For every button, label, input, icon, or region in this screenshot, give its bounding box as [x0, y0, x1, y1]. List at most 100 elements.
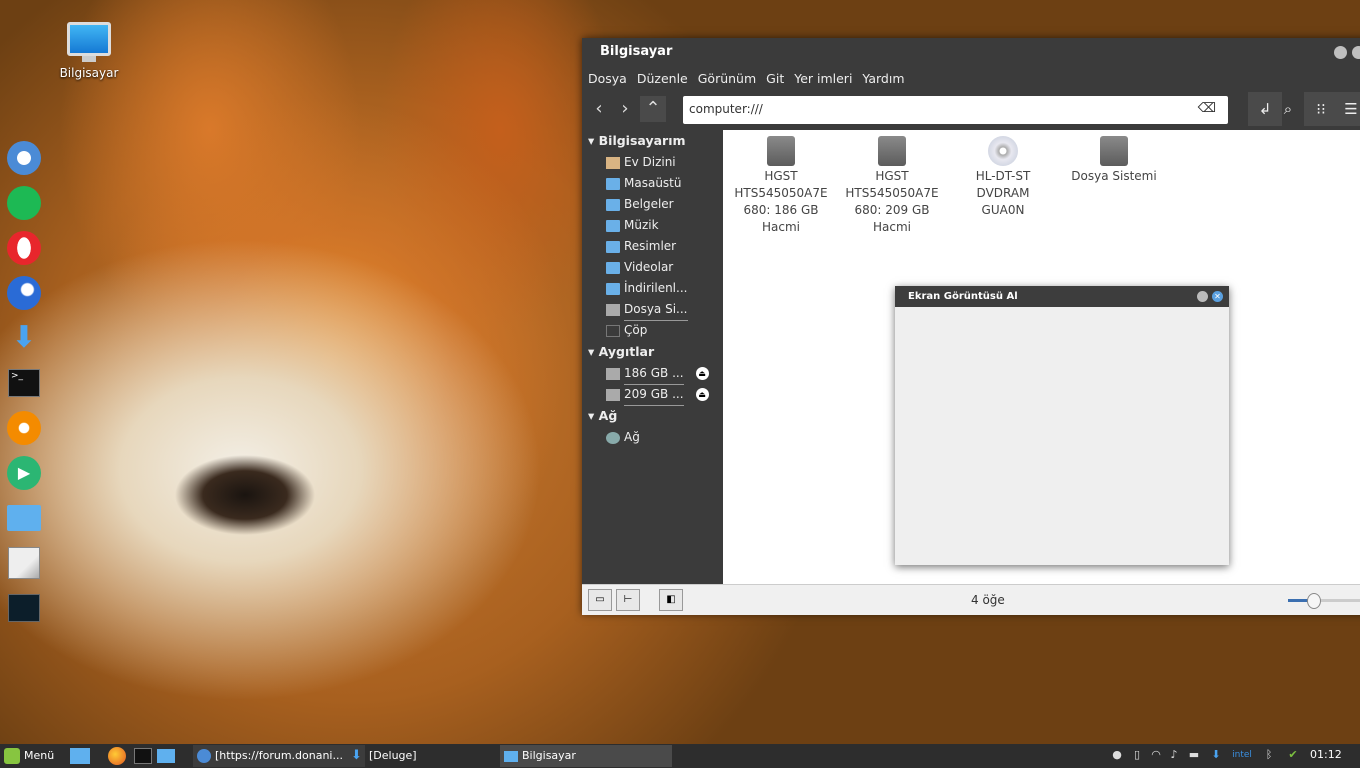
trash-icon	[606, 324, 620, 337]
drive-icon	[606, 388, 620, 401]
sidebar-toggle-icon: ◧	[666, 594, 676, 605]
optical-disc-icon	[988, 136, 1018, 166]
volume-icon[interactable]: ♪	[1167, 748, 1181, 762]
window-titlebar[interactable]: Bilgisayar	[582, 38, 1360, 66]
sidebar-item-documents[interactable]: Belgeler	[582, 194, 723, 215]
intel-icon[interactable]: intel	[1232, 748, 1252, 762]
file-item-filesystem[interactable]: Dosya Sistemi	[1064, 136, 1164, 185]
toolbar: ‹ › ⌃ ⌫ ↲ ⌕ ⁝⁝ ☰	[582, 90, 1360, 130]
section-header-computer[interactable]: ▾ Bilgisayarım	[582, 130, 723, 152]
up-button[interactable]: ⌃	[640, 96, 666, 122]
dialog-titlebar[interactable]: Ekran Görüntüsü Al ✕	[895, 286, 1229, 307]
places-sidebar: ▾ Bilgisayarım Ev Dizini Masaüstü Belgel…	[582, 130, 723, 584]
screenshot-dialog: Ekran Görüntüsü Al ✕	[895, 286, 1229, 565]
sidebar-item-pictures[interactable]: Resimler	[582, 236, 723, 257]
list-view-button[interactable]: ☰	[1334, 92, 1360, 126]
media-player-launcher[interactable]: ▶	[4, 453, 44, 493]
menu-dosya[interactable]: Dosya	[588, 71, 627, 86]
spotify-launcher[interactable]	[4, 183, 44, 223]
firefox-launcher[interactable]	[108, 747, 126, 765]
file-item-dvd[interactable]: HL-DT-ST DVDRAM GUA0N	[953, 136, 1053, 219]
zoom-slider[interactable]	[1288, 593, 1360, 609]
location-input[interactable]	[683, 96, 1185, 122]
statusbar: ▭ ⊢ ◧ 4 öğe	[582, 584, 1360, 615]
menu-yardim[interactable]: Yardım	[862, 71, 904, 86]
files-launcher-panel[interactable]	[157, 749, 175, 763]
terminal-launcher-panel[interactable]	[134, 748, 152, 764]
maximize-button[interactable]	[1352, 46, 1360, 59]
drive-icon	[1100, 136, 1128, 166]
file-item-drive-209[interactable]: HGST HTS545050A7E 680: 209 GB Hacmi	[842, 136, 942, 236]
sidebar-item-filesystem[interactable]: Dosya Si...	[582, 299, 723, 321]
sidebar-item-drive-186[interactable]: 186 GB ... ⏏	[582, 363, 723, 385]
eject-icon[interactable]: ⏏	[695, 388, 709, 401]
section-header-devices[interactable]: ▾ Aygıtlar	[582, 341, 723, 363]
wifi-icon[interactable]: ◠	[1149, 748, 1163, 762]
sidebar-item-downloads[interactable]: İndirilenl...	[582, 278, 723, 299]
desktop: Bilgisayar ⬇ >_ ▶ Bilgisayar Dosya Düzen…	[0, 0, 1360, 768]
sidebar-item-desktop[interactable]: Masaüstü	[582, 173, 723, 194]
file-item-drive-186[interactable]: HGST HTS545050A7E 680: 186 GB Hacmi	[731, 136, 831, 236]
bluetooth-icon[interactable]: ᛒ	[1262, 748, 1276, 762]
clock[interactable]: 01:12	[1310, 748, 1342, 761]
files-launcher[interactable]	[4, 498, 44, 538]
icon-view-button[interactable]: ⁝⁝	[1304, 92, 1338, 126]
thunderbird-icon	[7, 276, 41, 310]
sidebar-item-network[interactable]: Ağ	[582, 427, 723, 448]
location-bar[interactable]: ⌫	[683, 96, 1228, 124]
hide-sidebar-button[interactable]: ◧	[659, 589, 683, 611]
menu-git[interactable]: Git	[766, 71, 784, 86]
menu-gorunum[interactable]: Görünüm	[698, 71, 756, 86]
menu-duzenle[interactable]: Düzenle	[637, 71, 688, 86]
play-icon: ▶	[7, 456, 41, 490]
vlc-launcher[interactable]	[4, 408, 44, 448]
search-button[interactable]: ⌕	[1271, 92, 1305, 126]
sidebar-item-videos[interactable]: Videolar	[582, 257, 723, 278]
user-icon[interactable]: ●	[1110, 748, 1124, 762]
update-shield-icon[interactable]: ✔	[1286, 748, 1300, 762]
dialog-minimize-button[interactable]	[1197, 291, 1208, 302]
battery-icon[interactable]: ▬	[1187, 748, 1201, 762]
grid-icon: ⁝⁝	[1316, 100, 1326, 118]
taskbar: Menü [https://forum.donani... ⬇ [Deluge]…	[0, 744, 1360, 768]
dialog-close-button[interactable]: ✕	[1212, 291, 1223, 302]
chromium-launcher[interactable]	[4, 138, 44, 178]
deluge-tray-icon[interactable]: ⬇	[1209, 748, 1223, 762]
minimize-button[interactable]	[1334, 46, 1347, 59]
opera-launcher[interactable]	[4, 228, 44, 268]
show-desktop-launcher[interactable]	[70, 748, 90, 764]
clear-location-icon[interactable]: ⌫	[1198, 101, 1216, 116]
zoom-slider-handle[interactable]	[1307, 593, 1322, 609]
eject-icon[interactable]: ⏏	[695, 367, 709, 380]
deluge-launcher[interactable]: ⬇	[4, 318, 44, 358]
sidebar-item-trash[interactable]: Çöp	[582, 320, 723, 341]
thunderbird-launcher[interactable]	[4, 273, 44, 313]
menu-yer-imleri[interactable]: Yer imleri	[794, 71, 852, 86]
folder-icon: ▭	[595, 594, 605, 605]
computer-desktop-icon[interactable]: Bilgisayar	[56, 22, 122, 80]
section-header-network[interactable]: ▾ Ağ	[582, 405, 723, 427]
folder-icon	[606, 261, 620, 274]
task-file-manager[interactable]: Bilgisayar	[500, 745, 672, 767]
terminal-launcher[interactable]: >_	[4, 363, 44, 403]
mint-logo-icon	[4, 748, 20, 764]
item-count: 4 öğe	[971, 593, 1005, 607]
sidebar-item-drive-209[interactable]: 209 GB ... ⏏	[582, 384, 723, 406]
removable-drive-icon[interactable]: ▯	[1130, 748, 1144, 762]
show-places-button[interactable]: ▭	[588, 589, 612, 611]
list-icon: ☰	[1344, 100, 1358, 118]
task-deluge[interactable]: ⬇ [Deluge]	[347, 745, 519, 767]
terminal-icon: >_	[8, 369, 40, 397]
show-tree-button[interactable]: ⊢	[616, 589, 640, 611]
back-button[interactable]: ‹	[586, 96, 612, 122]
start-menu-button[interactable]: Menü	[4, 747, 54, 765]
forward-button[interactable]: ›	[612, 96, 638, 122]
text-editor-launcher[interactable]	[4, 543, 44, 583]
drive-icon	[606, 367, 620, 380]
sidebar-item-music[interactable]: Müzik	[582, 215, 723, 236]
sidebar-item-home[interactable]: Ev Dizini	[582, 152, 723, 173]
task-browser[interactable]: [https://forum.donani...	[193, 745, 365, 767]
search-icon: ⌕	[1283, 100, 1293, 118]
system-monitor-launcher[interactable]	[4, 588, 44, 628]
folder-icon	[606, 177, 620, 190]
